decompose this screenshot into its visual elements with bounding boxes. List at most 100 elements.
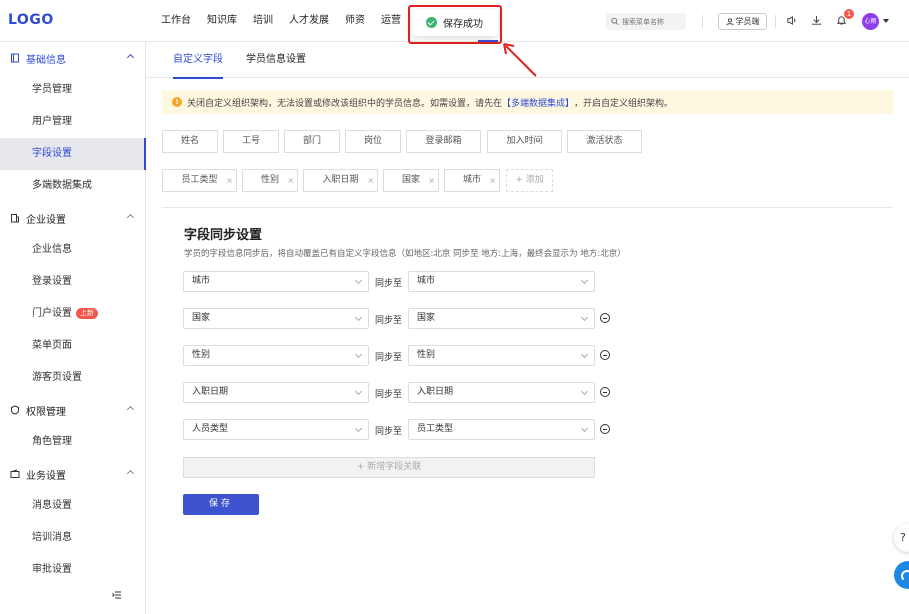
remove-row-icon[interactable] xyxy=(600,387,610,397)
chevron-down-icon xyxy=(354,424,363,433)
select-value: 国家 xyxy=(417,313,436,323)
target-field-select[interactable]: 国家 xyxy=(408,308,595,329)
sidebar-group-business[interactable]: 业务设置 xyxy=(0,458,146,490)
sidebar-item-portal-settings[interactable]: 门户设置 上新 xyxy=(0,298,146,330)
data-integration-link[interactable]: 【多端数据集成】 xyxy=(502,96,574,109)
target-field-select[interactable]: 入职日期 xyxy=(408,382,595,403)
custom-field-label: 城市 xyxy=(462,175,481,185)
custom-field-chip[interactable]: 城市 × xyxy=(444,169,500,192)
sidebar-item-message-settings[interactable]: 消息设置 xyxy=(0,490,146,522)
add-field-button[interactable]: + 添加 xyxy=(506,169,553,192)
notice-text: 关闭自定义组织架构，无法设置或修改该组织中的学员信息。如需设置，请先在 xyxy=(187,98,503,109)
select-value: 性别 xyxy=(417,350,436,360)
field-chip-name: 姓名 xyxy=(162,130,218,153)
custom-field-label: 性别 xyxy=(260,175,279,185)
sidebar-item-guest-page[interactable]: 游客页设置 xyxy=(0,362,146,394)
custom-field-chip[interactable]: 国家 × xyxy=(383,169,439,192)
sync-to-label: 同步至 xyxy=(375,427,403,437)
select-value: 入职日期 xyxy=(417,387,454,397)
sidebar-item-approval-settings[interactable]: 审批设置 xyxy=(0,554,146,586)
select-value: 城市 xyxy=(192,276,211,286)
source-field-select[interactable]: 入职日期 xyxy=(183,382,369,403)
chevron-down-icon[interactable] xyxy=(883,19,889,23)
close-icon[interactable]: × xyxy=(428,170,435,191)
chevron-down-icon xyxy=(580,387,589,396)
sidebar-group-label: 基础信息 xyxy=(26,54,66,66)
sidebar-group-label: 业务设置 xyxy=(26,470,66,482)
field-chip-activation-status: 激活状态 xyxy=(567,130,642,153)
collapse-menu-icon[interactable] xyxy=(112,590,122,600)
close-icon[interactable]: × xyxy=(367,170,374,191)
target-field-select[interactable]: 城市 xyxy=(408,271,595,292)
sync-to-label: 同步至 xyxy=(375,279,403,289)
avatar[interactable]: 心雨 xyxy=(862,13,879,30)
search-box[interactable] xyxy=(606,13,686,30)
logo: LOGO xyxy=(8,12,54,28)
divider xyxy=(702,15,703,28)
select-value: 人员类型 xyxy=(192,424,229,434)
target-field-select[interactable]: 员工类型 xyxy=(408,419,595,440)
sidebar-item-student-management[interactable]: 学员管理 xyxy=(0,74,146,106)
custom-field-chip[interactable]: 性别 × xyxy=(242,169,298,192)
warning-icon: ! xyxy=(172,97,182,107)
sidebar-item-role-management[interactable]: 角色管理 xyxy=(0,426,146,458)
sidebar-item-field-settings[interactable]: 字段设置 xyxy=(0,138,146,170)
speaker-icon[interactable] xyxy=(786,15,797,26)
target-field-select[interactable]: 性别 xyxy=(408,345,595,366)
nav-teachers[interactable]: 师资 xyxy=(337,0,373,42)
custom-field-chip[interactable]: 入职日期 × xyxy=(303,169,378,192)
source-field-select[interactable]: 城市 xyxy=(183,271,369,292)
chevron-down-icon xyxy=(580,424,589,433)
nav-training[interactable]: 培训 xyxy=(245,0,281,42)
chevron-up-icon xyxy=(126,469,135,478)
field-chip-employee-id: 工号 xyxy=(223,130,279,153)
nav-knowledge[interactable]: 知识库 xyxy=(199,0,245,42)
sync-to-label: 同步至 xyxy=(375,316,403,326)
tab-bar: 自定义字段 学员信息设置 xyxy=(146,42,909,79)
sidebar-item-login-settings[interactable]: 登录设置 xyxy=(0,266,146,298)
custom-field-chip[interactable]: 员工类型 × xyxy=(162,169,237,192)
close-icon[interactable]: × xyxy=(489,170,496,191)
search-input[interactable] xyxy=(622,17,686,26)
download-icon[interactable] xyxy=(811,15,822,26)
student-end-label: 学员端 xyxy=(735,17,760,26)
sidebar-item-menu-pages[interactable]: 菜单页面 xyxy=(0,330,146,362)
sidebar-item-label: 门户设置 xyxy=(32,308,72,319)
sidebar-item-enterprise-info[interactable]: 企业信息 xyxy=(0,234,146,266)
sidebar-item-data-integration[interactable]: 多端数据集成 xyxy=(0,170,146,202)
remove-row-icon[interactable] xyxy=(600,424,610,434)
sidebar: 基础信息 学员管理 用户管理 字段设置 多端数据集成 企业设置 企业信息 登录设… xyxy=(0,42,146,614)
nav-talent[interactable]: 人才发展 xyxy=(281,0,337,42)
custom-field-label: 入职日期 xyxy=(322,175,359,185)
student-end-button[interactable]: 学员端 xyxy=(718,13,767,30)
chevron-up-icon xyxy=(126,405,135,414)
tab-custom-fields[interactable]: 自定义字段 xyxy=(173,42,223,79)
nav-operations[interactable]: 运营 xyxy=(373,0,409,42)
book-icon xyxy=(11,53,19,63)
sidebar-group-basic-info[interactable]: 基础信息 xyxy=(0,42,146,74)
add-field-mapping-button[interactable]: + 新增字段关联 xyxy=(183,457,595,478)
sidebar-group-label: 权限管理 xyxy=(26,406,66,418)
notice-text-end: ，开启自定义组织架构。 xyxy=(574,98,674,109)
sidebar-group-enterprise[interactable]: 企业设置 xyxy=(0,202,146,234)
sidebar-group-permissions[interactable]: 权限管理 xyxy=(0,394,146,426)
remove-row-icon[interactable] xyxy=(600,313,610,323)
tab-student-info-settings[interactable]: 学员信息设置 xyxy=(246,42,306,78)
sidebar-item-training-messages[interactable]: 培训消息 xyxy=(0,522,146,554)
annotation-highlight-box xyxy=(408,5,502,44)
nav-workbench[interactable]: 工作台 xyxy=(153,0,199,42)
select-value: 员工类型 xyxy=(417,424,454,434)
source-field-select[interactable]: 性别 xyxy=(183,345,369,366)
close-icon[interactable]: × xyxy=(226,170,233,191)
main-content: 自定义字段 学员信息设置 ! 关闭自定义组织架构，无法设置或修改该组织中的学员信… xyxy=(146,42,909,614)
chevron-down-icon xyxy=(354,350,363,359)
close-icon[interactable]: × xyxy=(287,170,294,191)
save-button[interactable]: 保存 xyxy=(183,494,259,515)
source-field-select[interactable]: 国家 xyxy=(183,308,369,329)
source-field-select[interactable]: 人员类型 xyxy=(183,419,369,440)
section-divider xyxy=(162,207,893,208)
custom-field-label: 国家 xyxy=(401,175,420,185)
sidebar-item-user-management[interactable]: 用户管理 xyxy=(0,106,146,138)
remove-row-icon[interactable] xyxy=(600,350,610,360)
field-chip-login-email: 登录邮箱 xyxy=(406,130,481,153)
